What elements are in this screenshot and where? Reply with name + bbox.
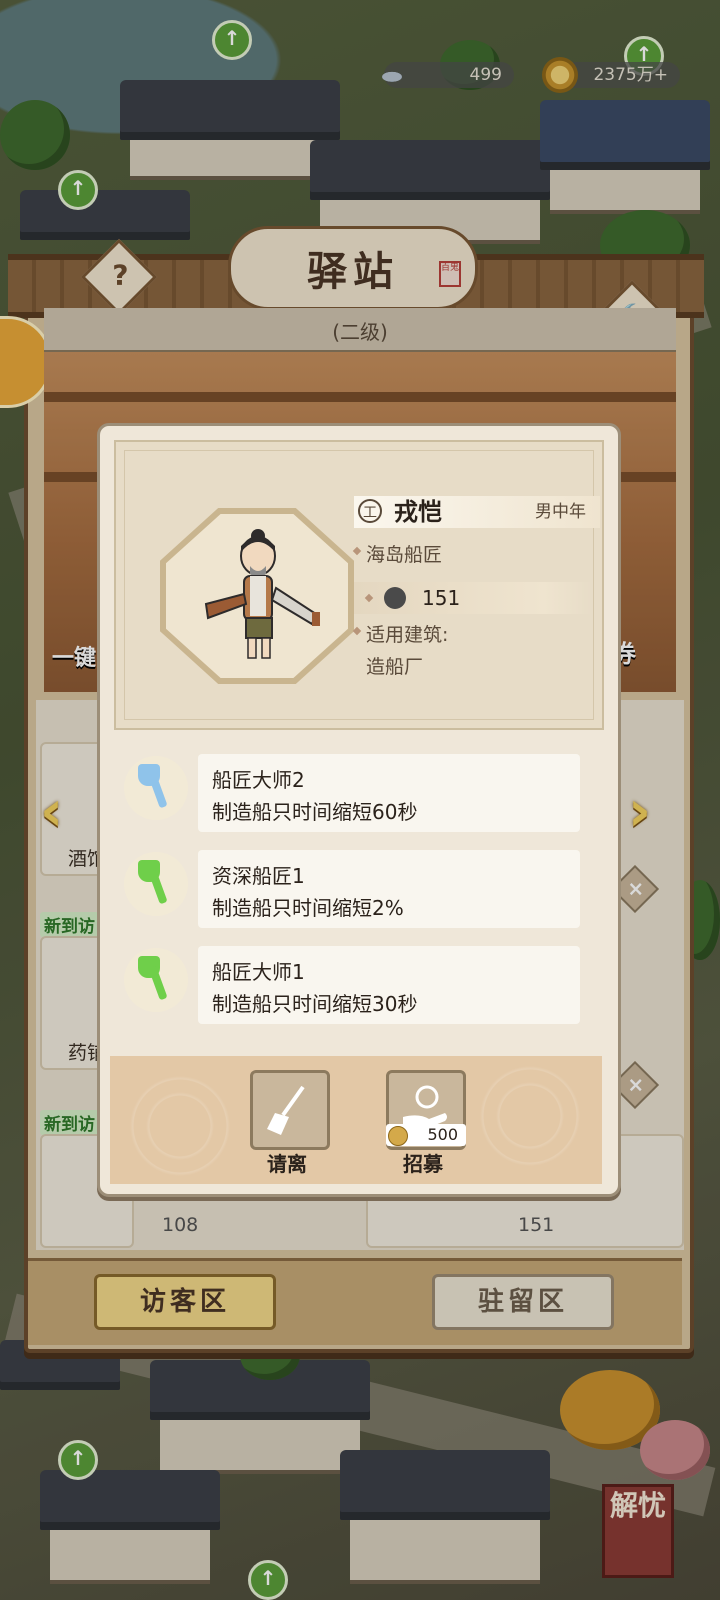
axe-blue-icon [124, 756, 188, 820]
broom-icon [267, 1085, 305, 1135]
skill-title: 资深船匠1 [212, 864, 305, 888]
ability-icon [384, 587, 406, 609]
suitable-label-text: 适用建筑: [366, 624, 449, 646]
skill-description: 制造船只时间缩短60秒 [212, 800, 418, 824]
ability-row: 151 [354, 582, 592, 614]
character-detail-modal: 工 戎恺 男中年 海岛船匠 151 适用建筑: 造船厂 船匠大师2 制造船只时间… [97, 423, 621, 1197]
recruit-cost: 500 [386, 1124, 466, 1146]
recruit-label: 招募 [403, 1152, 443, 1176]
ability-value: 151 [422, 586, 461, 610]
axe-handle [148, 869, 168, 905]
skill-card: 船匠大师2 制造船只时间缩短60秒 [198, 754, 580, 832]
bullet-icon [364, 593, 374, 603]
axe-handle [148, 965, 168, 1001]
portrait [166, 514, 348, 678]
skill-title: 船匠大师1 [212, 960, 305, 984]
axe-handle [148, 773, 168, 809]
profile-card: 工 戎恺 男中年 海岛船匠 151 适用建筑: 造船厂 [114, 440, 604, 730]
axe-green-icon [124, 852, 188, 916]
skill-description: 制造船只时间缩短30秒 [212, 992, 418, 1016]
recruit-cost-value: 500 [427, 1125, 458, 1144]
dismiss-label: 请离 [267, 1152, 307, 1176]
skill-card: 资深船匠1 制造船只时间缩短2% [198, 850, 580, 928]
suitable-building-value: 造船厂 [366, 656, 424, 678]
character-profession: 海岛船匠 [352, 540, 443, 567]
character-age: 男中年 [535, 502, 586, 522]
worker-type-icon: 工 [358, 499, 382, 523]
dismiss-button[interactable] [250, 1070, 330, 1150]
action-area: 请离 500 招募 [110, 1056, 602, 1184]
name-row: 工 戎恺 男中年 [354, 496, 600, 528]
skill-description: 制造船只时间缩短2% [212, 896, 404, 920]
profession-text: 海岛船匠 [366, 544, 443, 566]
portrait-frame [160, 508, 354, 684]
shipwright-portrait-icon [204, 529, 320, 659]
skill-title: 船匠大师2 [212, 768, 305, 792]
skill-card: 船匠大师1 制造船只时间缩短30秒 [198, 946, 580, 1024]
coin-icon [388, 1126, 408, 1146]
axe-green-icon [124, 948, 188, 1012]
suitable-building-label: 适用建筑: [352, 620, 449, 647]
character-name: 戎恺 [394, 498, 442, 526]
